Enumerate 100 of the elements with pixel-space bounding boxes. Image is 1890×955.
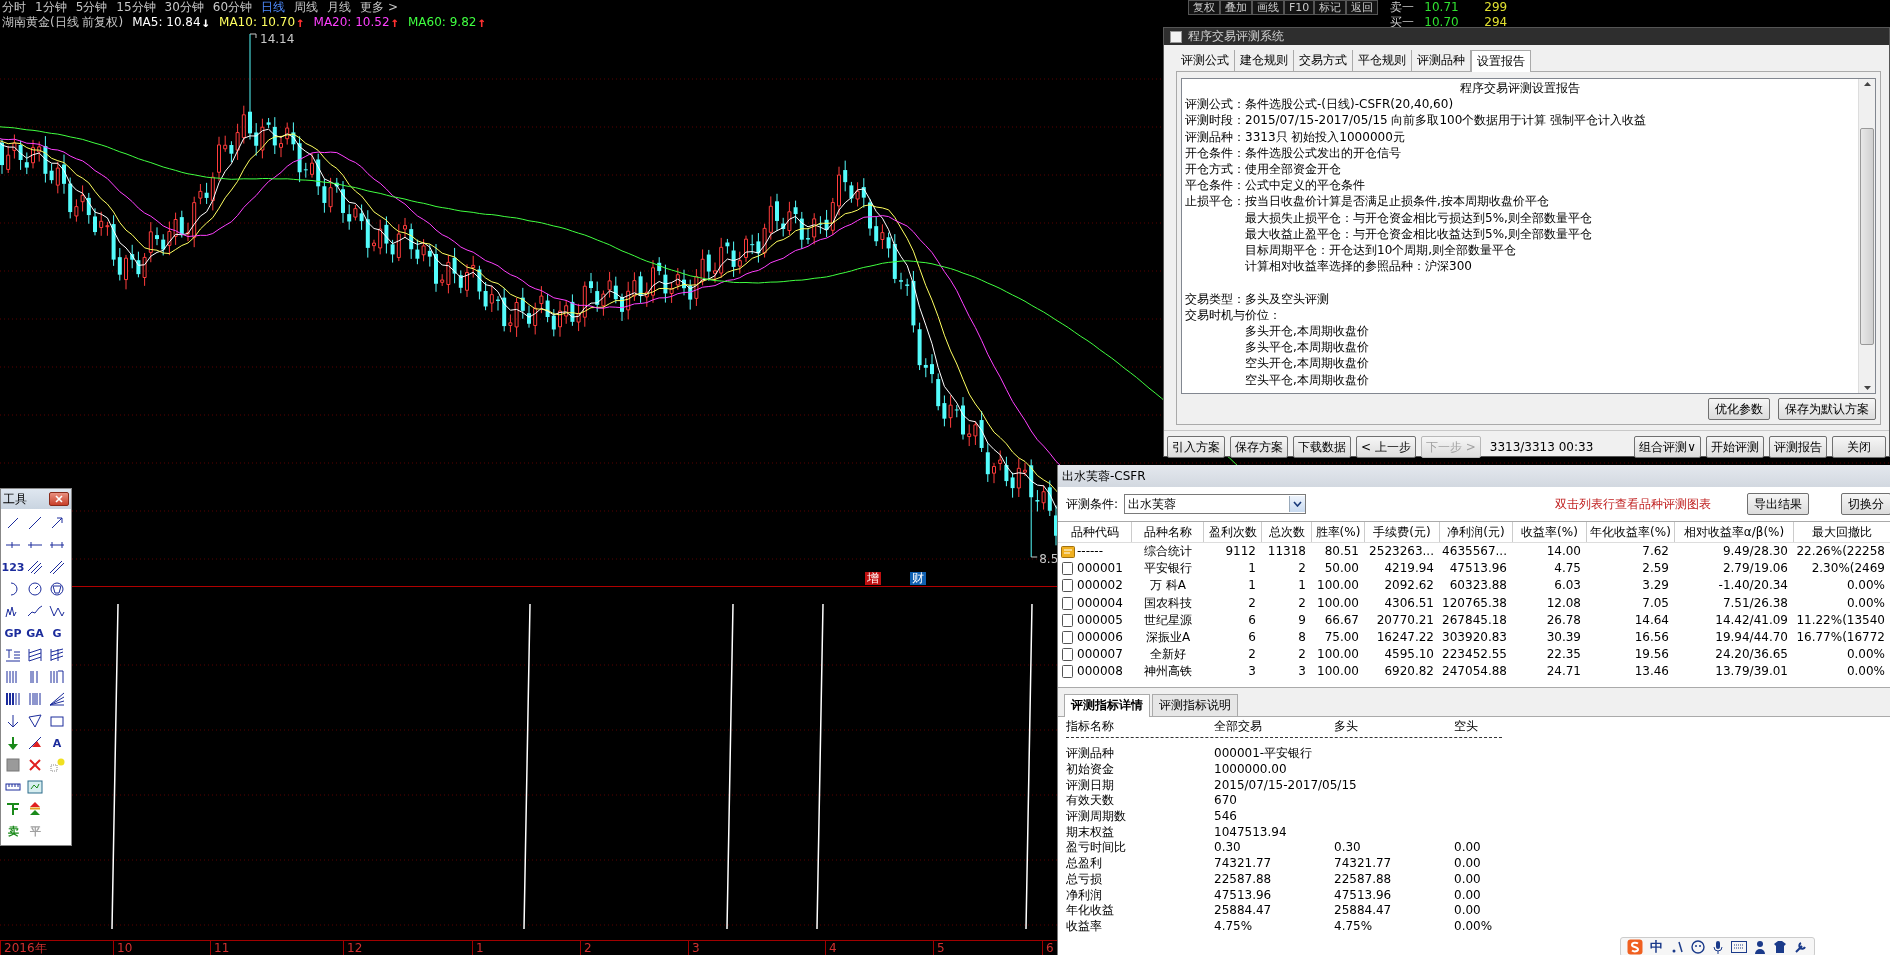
ma-value: MA10: 10.70 <box>219 15 296 30</box>
tab[interactable]: 评测指标说明 <box>1152 693 1238 716</box>
action-button[interactable]: 组合评测∨ <box>1634 436 1701 458</box>
column-header[interactable]: 最大回撤比 <box>1794 522 1890 542</box>
table-cell-text: 303920.83 <box>1441 628 1508 646</box>
table-cell-text: 4306.51 <box>1383 594 1435 612</box>
action-button[interactable]: 优化参数 <box>1708 398 1770 420</box>
table-cell-text: 16247.22 <box>1375 628 1435 646</box>
tool-button[interactable]: GA <box>25 622 45 644</box>
period-tab[interactable]: 月线 <box>327 0 352 15</box>
table-cell-text: 100.00 <box>1316 646 1360 664</box>
period-tab[interactable]: 日线 <box>261 0 286 15</box>
toolbar-button[interactable]: 叠加 <box>1220 0 1252 15</box>
detail-cell-text: 评测日期 <box>1066 777 1115 794</box>
detail-cell-text: 总亏损 <box>1066 871 1103 888</box>
detail-cell-text: 4.75% <box>1214 918 1254 935</box>
trend-arrow: ↑ <box>390 15 399 30</box>
report-line: 止损平仓：按当日收盘价计算是否满足止损条件,按本周期收盘价平仓 <box>1185 193 1550 210</box>
table-cell-text: 223452.55 <box>1441 646 1508 664</box>
period-tab[interactable]: 周线 <box>294 0 319 15</box>
tool-button[interactable]: A <box>47 732 67 754</box>
toolbar-button[interactable]: F10 <box>1284 0 1315 15</box>
column-header[interactable]: 品种代码 <box>1058 522 1132 542</box>
table-cell-text: 0.00% <box>1845 594 1886 612</box>
action-button[interactable]: 开始评测 <box>1706 436 1764 458</box>
column-header[interactable]: 总次数 <box>1262 522 1312 542</box>
tab[interactable]: 建仓规则 <box>1235 50 1294 71</box>
report-line: 最大收益止盈平仓：与开仓资金相比收益达到5%,则全部数量平仓 <box>1244 225 1593 243</box>
table-cell-text: 75.00 <box>1323 628 1360 646</box>
tool-button[interactable]: GP <box>3 622 23 644</box>
detail-cell: 546 <box>1214 809 1237 825</box>
period-tab[interactable]: 分时 <box>2 0 26 15</box>
table-cell-text: 6 <box>1247 628 1257 646</box>
switch-button[interactable]: 切换分 <box>1841 493 1890 515</box>
table-cell-text: 7.05 <box>1641 594 1670 612</box>
column-header[interactable]: 收益率(%) <box>1513 522 1587 542</box>
table-cell-text: 3 <box>1247 663 1257 681</box>
table-cell: 000005 <box>1077 611 1123 629</box>
column-header[interactable]: 净利润(元) <box>1440 522 1513 542</box>
detail-cell-text: 年化收益 <box>1066 903 1115 919</box>
table-cell-text: 8 <box>1297 628 1307 646</box>
period-tab[interactable]: 15分钟 <box>116 0 156 15</box>
detail-cell-text: 47513.96 <box>1214 887 1273 904</box>
trend-arrow: ↑ <box>296 15 305 30</box>
report-line: 评测公式：条件选股公式-(日线)-CSFR(20,40,60) <box>1185 96 1455 113</box>
column-header[interactable]: 相对收益率α/β(%) <box>1675 522 1794 542</box>
action-button[interactable]: < 上一步 <box>1356 436 1416 458</box>
window-title: 程序交易评测系统 <box>1188 28 1284 45</box>
action-button[interactable]: 保存为默认方案 <box>1778 398 1876 420</box>
tab[interactable]: 设置报告 <box>1471 50 1531 72</box>
action-button[interactable]: 评测报告 <box>1769 436 1827 458</box>
tool-button[interactable]: 123 <box>3 556 23 578</box>
trend-arrow: ↓ <box>201 15 211 30</box>
tab[interactable]: 评测公式 <box>1176 50 1235 71</box>
toolbar-button[interactable]: 标记 <box>1314 0 1347 15</box>
axis-label: 10 <box>113 941 133 955</box>
detail-cell: 000001-平安银行 <box>1214 746 1313 762</box>
column-header[interactable]: 年化收益率(%) <box>1587 522 1675 542</box>
column-header[interactable]: 胜率(%) <box>1312 522 1365 542</box>
period-tab[interactable]: 30分钟 <box>164 0 204 15</box>
period-tab[interactable]: 1分钟 <box>35 0 67 15</box>
period-tab[interactable]: 60分钟 <box>212 0 253 15</box>
detail-header: 全部交易 <box>1214 718 1263 735</box>
tool-button[interactable]: G <box>47 622 67 644</box>
tab[interactable]: 交易方式 <box>1294 50 1353 71</box>
toolbar-button[interactable]: 复权 <box>1188 0 1220 15</box>
toolbar-button[interactable]: 返回 <box>1346 0 1379 15</box>
table-cell-text: 深振业A <box>1144 628 1192 646</box>
table-cell-text: 4595.10 <box>1383 646 1435 664</box>
action-button[interactable]: 保存方案 <box>1230 436 1288 458</box>
quote-volume: 299 <box>1484 0 1509 15</box>
table-cell-text: 综合统计 <box>1143 543 1193 560</box>
axis-label: 3 <box>688 941 700 955</box>
column-header[interactable]: 盈利次数 <box>1204 522 1262 542</box>
column-header[interactable]: 品种名称 <box>1132 522 1204 542</box>
table-cell-text: 14.42/41.09 <box>1714 611 1789 629</box>
table-cell-text: 2 <box>1297 646 1307 664</box>
column-header[interactable]: 手续费(元) <box>1365 522 1440 542</box>
condition-dropdown[interactable]: 出水芙蓉 <box>1124 494 1307 514</box>
toolbar-button[interactable]: 画线 <box>1252 0 1284 15</box>
period-tab[interactable]: 5分钟 <box>75 0 108 15</box>
table-cell-text: 11.22%(13540 <box>1795 611 1886 629</box>
ma-value: MA5: 10.84 <box>132 15 201 30</box>
action-button[interactable]: 引入方案 <box>1167 436 1225 458</box>
event-marker: 财 <box>910 572 926 585</box>
tab[interactable]: 平仓规则 <box>1353 50 1412 71</box>
period-tab[interactable]: 更多 > <box>360 0 398 15</box>
table-cell-text: 1 <box>1297 577 1307 595</box>
export-button[interactable]: 导出结果 <box>1747 493 1809 515</box>
ma-value: MA20: 10.52 <box>313 15 390 30</box>
table-cell-text: 世纪星源 <box>1143 611 1193 629</box>
table-cell-text: 22.26%(22258 <box>1795 543 1886 560</box>
table-cell-text: 7.62 <box>1641 543 1670 560</box>
tab[interactable]: 评测指标详情 <box>1064 693 1150 717</box>
action-button[interactable]: 下载数据 <box>1293 436 1351 458</box>
action-button[interactable]: 关闭 <box>1832 436 1886 458</box>
report-line: 开仓方式：使用全部资金开仓 <box>1185 161 1342 178</box>
tool-button[interactable]: 卖 <box>3 820 23 842</box>
table-cell-text: 13.46 <box>1633 663 1670 681</box>
table-cell: 000002 <box>1077 577 1123 595</box>
